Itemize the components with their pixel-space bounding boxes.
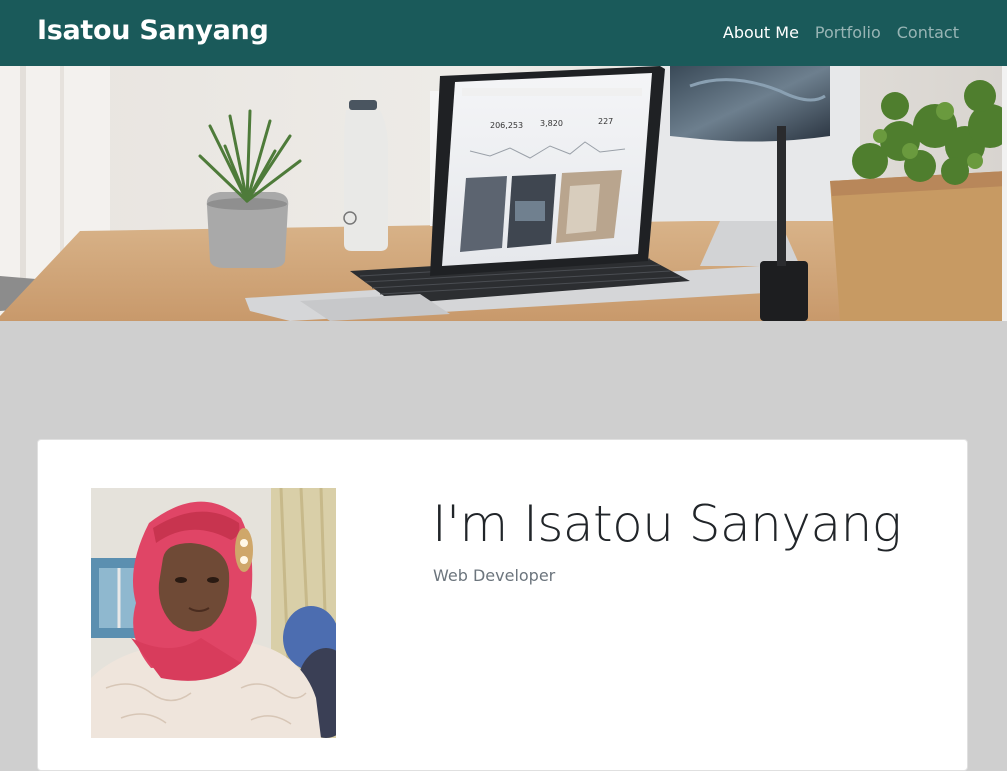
nav-link-about-me[interactable]: About Me (723, 22, 799, 44)
nav-link-portfolio[interactable]: Portfolio (815, 22, 881, 44)
about-headline: I'm Isatou Sanyang (432, 495, 902, 553)
about-card: I'm Isatou Sanyang Web Developer (37, 439, 968, 771)
dashboard-stat-1: 206,253 (490, 121, 523, 130)
about-subtitle: Web Developer (433, 566, 556, 585)
dashboard-stat-2: 3,820 (540, 119, 563, 128)
nav-link-contact[interactable]: Contact (897, 22, 959, 44)
navbar: Isatou Sanyang About Me Portfolio Contac… (0, 0, 1007, 66)
dashboard-stat-3: 227 (598, 117, 613, 126)
hero-desk-illustration: 206,253 3,820 227 (0, 66, 1007, 321)
nav-links: About Me Portfolio Contact (723, 22, 959, 44)
brand-logo-link[interactable]: Isatou Sanyang (37, 14, 269, 48)
profile-photo-illustration (91, 488, 336, 738)
hero-banner-image: 206,253 3,820 227 (0, 66, 1007, 321)
profile-photo (91, 488, 336, 738)
